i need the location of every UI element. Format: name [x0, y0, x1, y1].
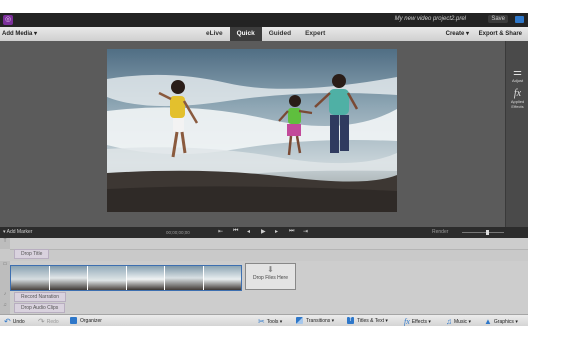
step-back-icon[interactable]: ◂ [247, 228, 250, 235]
titles-label: Titles & Text ▾ [357, 317, 388, 324]
render-button[interactable]: Render [432, 229, 448, 235]
titles-icon: T [347, 317, 354, 324]
drop-files-target[interactable]: ⬇ Drop Files Here [245, 263, 296, 290]
adjust-button[interactable]: ⚌ Adjust [506, 67, 528, 83]
mode-tabs: eLive Quick Guided Expert [199, 27, 332, 41]
effects-button[interactable]: fx Effects ▾ [404, 317, 431, 326]
drop-title-target[interactable]: Drop Title [14, 249, 50, 259]
add-media-menu[interactable]: Add Media ▾ [2, 30, 37, 37]
project-name: My new video project2.prel [394, 16, 466, 22]
rewind-icon[interactable]: ⏮ [233, 228, 238, 235]
create-menu[interactable]: Create ▾ [446, 31, 469, 37]
beach-frame-image [107, 49, 397, 212]
title-track-icon: T [0, 238, 10, 249]
adjust-icon: ⚌ [513, 67, 522, 78]
export-share-menu[interactable]: Export & Share [479, 31, 522, 37]
app-logo-icon: ◎ [3, 15, 13, 25]
premiere-elements-window: ◎ My new video project2.prel Save Add Me… [0, 13, 528, 326]
music-label: Music ▾ [454, 318, 471, 325]
applied-effects-button[interactable]: fx Applied Effects [506, 88, 528, 109]
video-preview[interactable] [107, 49, 397, 212]
fx-icon: fx [513, 88, 522, 99]
tab-expert[interactable]: Expert [298, 27, 332, 41]
right-panel: ⚌ Adjust fx Applied Effects [505, 41, 528, 227]
tab-guided[interactable]: Guided [262, 27, 298, 41]
drop-arrow-icon: ⬇ [267, 265, 274, 274]
tools-button[interactable]: ✂ Tools ▾ [258, 317, 282, 326]
clip-thumb [126, 266, 165, 290]
titles-text-button[interactable]: T Titles & Text ▾ [347, 317, 388, 324]
mode-bar: Add Media ▾ eLive Quick Guided Expert Cr… [0, 27, 528, 42]
organizer-icon [70, 317, 77, 324]
adjust-label: Adjust [511, 78, 524, 83]
goto-in-icon[interactable]: ⇤ [218, 228, 223, 235]
transport-bar: ▾ Add Marker 00;00;00;00 ⇤ ⏮ ◂ ▶ ▸ ⏭ ⇥ R… [0, 227, 528, 238]
title-bar: ◎ My new video project2.prel Save [0, 13, 528, 27]
tab-elive[interactable]: eLive [199, 27, 230, 41]
action-bar: ↶ Undo ↷ Redo Organizer ✂ Tools ▾ Transi… [0, 314, 528, 326]
goto-out-icon[interactable]: ⇥ [303, 228, 308, 235]
drop-files-label: Drop Files Here [252, 275, 288, 281]
transitions-label: Transitions ▾ [306, 317, 335, 324]
undo-label: Undo [12, 318, 25, 325]
undo-icon: ↶ [4, 317, 11, 326]
record-narration-target[interactable]: Record Narration [14, 292, 67, 302]
applied-effects-label: Applied Effects [510, 99, 525, 109]
video-track-icon: ▭ [0, 261, 10, 291]
redo-button[interactable]: ↷ Redo [38, 317, 59, 326]
drop-audio-target[interactable]: Drop Audio Clips [14, 303, 66, 313]
effects-label: Effects ▾ [411, 318, 431, 325]
redo-label: Redo [46, 318, 59, 325]
title-lane [10, 238, 528, 250]
clip-thumb [203, 266, 241, 290]
window-icon[interactable] [515, 16, 524, 23]
clip-thumb [88, 266, 127, 290]
clip-thumb [11, 266, 50, 290]
zoom-slider-handle[interactable] [486, 230, 489, 235]
tools-icon: ✂ [258, 317, 265, 326]
fast-forward-icon[interactable]: ⏭ [289, 228, 294, 235]
transitions-button[interactable]: Transitions ▾ [296, 317, 334, 324]
create-export-group: Create ▾ Export & Share [438, 30, 522, 37]
narration-track-icon: ♪ [0, 291, 10, 302]
add-marker-menu[interactable]: ▾ Add Marker [3, 229, 32, 235]
timeline-tracks: T Drop Title ▭ ⬇ Drop Files Here ♪ Recor… [0, 238, 528, 315]
transitions-icon [296, 317, 303, 324]
redo-icon: ↷ [38, 317, 45, 326]
clip-thumb [49, 266, 88, 290]
step-forward-icon[interactable]: ▸ [275, 228, 278, 235]
graphics-icon: ▲ [484, 317, 492, 326]
graphics-label: Graphics ▾ [493, 318, 518, 325]
organizer-button[interactable]: Organizer [70, 317, 102, 324]
graphics-button[interactable]: ▲ Graphics ▾ [484, 317, 518, 326]
play-icon[interactable]: ▶ [261, 228, 266, 235]
clip-thumb [165, 266, 204, 290]
video-clip-strip[interactable] [10, 265, 242, 291]
timecode-display: 00;00;00;00 [166, 229, 190, 235]
effects-icon: fx [404, 317, 410, 326]
save-button[interactable]: Save [488, 15, 508, 23]
music-button[interactable]: ♫ Music ▾ [446, 317, 471, 326]
music-icon: ♫ [446, 317, 452, 326]
zoom-slider-track[interactable] [462, 232, 504, 233]
tab-quick[interactable]: Quick [229, 27, 262, 41]
undo-button[interactable]: ↶ Undo [4, 317, 25, 326]
tools-label: Tools ▾ [266, 318, 283, 325]
monitor-panel [0, 41, 505, 227]
audio-track-icon: ♫ [0, 302, 10, 314]
organizer-label: Organizer [80, 317, 102, 324]
